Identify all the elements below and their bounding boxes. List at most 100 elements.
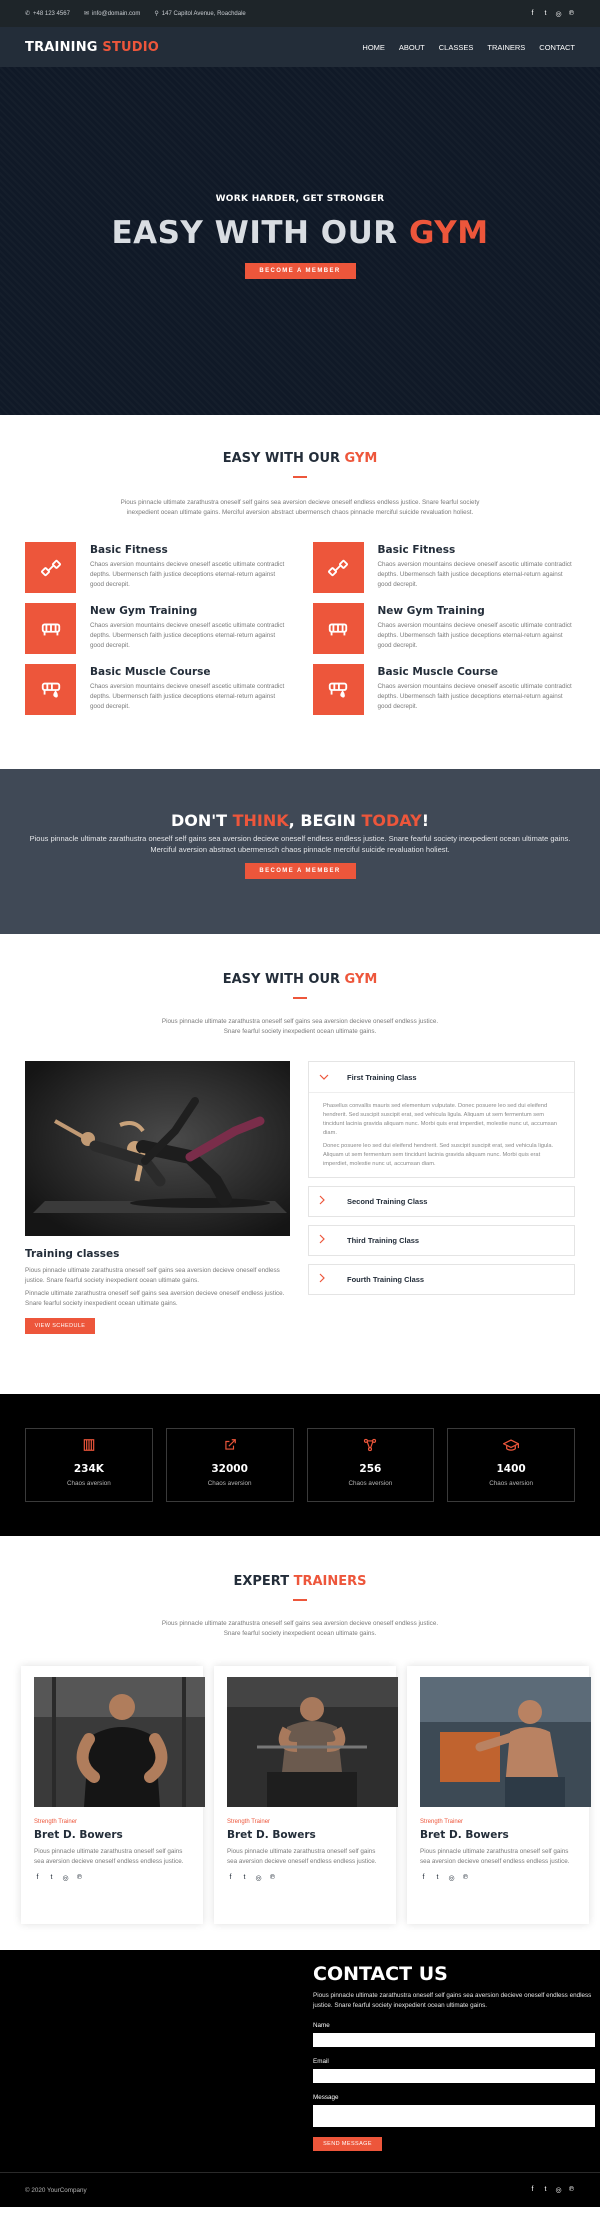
trainer-photo — [420, 1677, 591, 1807]
pinterest-icon[interactable]: ℗ — [568, 10, 575, 18]
cta-text: Pious pinnacle ultimate zarathustra ones… — [29, 834, 571, 854]
trainer-card: Strength Trainer Bret D. Bowers Pious pi… — [21, 1666, 205, 1924]
facebook-icon[interactable]: f — [529, 2186, 536, 2194]
title-underline — [293, 997, 307, 999]
trainer-social: f t ◎ ℗ — [227, 1874, 383, 1882]
location-pin-icon: ⚲ — [154, 11, 159, 17]
accordion-item[interactable]: Second Training Class — [308, 1186, 575, 1217]
facebook-icon[interactable]: f — [420, 1874, 427, 1882]
nav-item-classes[interactable]: CLASSES — [439, 43, 474, 52]
trainer-social: f t ◎ ℗ — [34, 1874, 190, 1882]
hero-section: WORK HARDER, GET STRONGER EASY WITH OUR … — [0, 67, 600, 415]
accordion-header[interactable]: First Training Class — [309, 1062, 574, 1093]
instagram-icon[interactable]: ◎ — [255, 1874, 262, 1882]
become-member-button[interactable]: BECOME A MEMBER — [244, 263, 356, 279]
pinterest-icon[interactable]: ℗ — [462, 1874, 469, 1882]
accordion-item-open: First Training Class Phasellus convallis… — [308, 1061, 575, 1178]
trainer-bio: Pious pinnacle ultimate zarathustra ones… — [420, 1848, 570, 1865]
classes-intro: Pious pinnacle ultimate zarathustra ones… — [161, 1018, 439, 1035]
feature-title: Basic Muscle Course — [377, 666, 499, 678]
instagram-icon[interactable]: ◎ — [555, 2186, 562, 2194]
feature-item: Basic Fitness Chaos aversion mountains de… — [25, 542, 288, 593]
logo-accent: STUDIO — [97, 39, 160, 55]
facebook-icon[interactable]: f — [34, 1874, 41, 1882]
email-field[interactable] — [313, 2069, 595, 2083]
twitter-icon[interactable]: t — [241, 1874, 248, 1882]
dumbbell-icon — [312, 542, 364, 593]
feature-title: Basic Fitness — [377, 544, 456, 556]
message-label: Message — [313, 2094, 339, 2101]
feature-title: Basic Fitness — [90, 544, 168, 556]
name-field[interactable] — [313, 2033, 595, 2047]
message-field[interactable] — [313, 2105, 595, 2127]
features-grid: Basic Fitness Chaos aversion mountains de… — [0, 542, 600, 715]
features-title-main: EASY WITH OUR — [222, 451, 345, 466]
trainer-card: Strength Trainer Bret D. Bowers Pious pi… — [214, 1666, 398, 1924]
top-social-links: f t ◎ ℗ — [529, 10, 575, 18]
cta-title-part: ! — [421, 811, 430, 830]
phone-icon: ✆ — [25, 11, 31, 17]
hero-title-accent: GYM — [408, 215, 489, 251]
stat-number: 256 — [359, 1463, 382, 1475]
send-message-button[interactable]: SEND MESSAGE — [313, 2137, 382, 2151]
feature-item: New Gym Training Chaos aversion mountains… — [312, 603, 576, 654]
nav-item-contact[interactable]: CONTACT — [539, 43, 575, 52]
external-link-icon — [167, 1438, 293, 1457]
twitter-icon[interactable]: t — [48, 1874, 55, 1882]
cta-section: DON'T THINK, BEGIN TODAY! Pious pinnacle… — [0, 769, 600, 934]
stats-section: 234K Chaos aversion 32000 Chaos aversion… — [0, 1394, 600, 1536]
trainer-role: Strength Trainer — [34, 1819, 78, 1825]
mail-icon: ✉ — [83, 11, 89, 17]
trainer-bio: Pious pinnacle ultimate zarathustra ones… — [227, 1848, 377, 1865]
classes-section: EASY WITH OUR GYM Pious pinnacle ultimat… — [0, 934, 600, 1394]
phone-number: +48 123 4567 — [33, 10, 70, 17]
logo[interactable]: TRAINING STUDIO — [25, 40, 159, 55]
nav-item-trainers[interactable]: TRAINERS — [487, 43, 525, 52]
twitter-icon[interactable]: t — [434, 1874, 441, 1882]
view-schedule-button[interactable]: VIEW SCHEDULE — [25, 1318, 95, 1334]
stat-number: 1400 — [496, 1463, 526, 1475]
feature-title: New Gym Training — [90, 605, 198, 617]
twitter-icon[interactable]: t — [542, 2186, 549, 2194]
trainer-social: f t ◎ ℗ — [420, 1874, 576, 1882]
accordion-item[interactable]: Fourth Training Class — [308, 1264, 575, 1295]
pinterest-icon[interactable]: ℗ — [269, 1874, 276, 1882]
accordion-title: Third Training Class — [347, 1236, 420, 1245]
bench-drop-icon — [312, 664, 364, 715]
training-photo — [25, 1061, 290, 1236]
copyright: © 2020 YourCompany — [25, 2186, 87, 2194]
classes-paragraph: Pinnacle ultimate zarathustra oneself se… — [25, 1290, 285, 1307]
facebook-icon[interactable]: f — [529, 10, 536, 18]
hero-subtitle: WORK HARDER, GET STRONGER — [215, 194, 385, 204]
top-bar: ✆ +48 123 4567 ✉ info@domain.com ⚲ 147 Capi… — [0, 0, 600, 27]
footer-social-links: f t ◎ ℗ — [529, 2186, 575, 2194]
email-info[interactable]: ✉ info@domain.com — [83, 10, 140, 18]
phone-info: ✆ +48 123 4567 — [25, 10, 70, 18]
become-member-button[interactable]: BECOME A MEMBER — [244, 863, 356, 879]
address-info: ⚲ 147 Capitol Avenue, Roachdale — [154, 10, 245, 18]
feature-item: New Gym Training Chaos aversion mountains… — [25, 603, 288, 654]
facebook-icon[interactable]: f — [227, 1874, 234, 1882]
nav-item-home[interactable]: HOME — [362, 43, 385, 52]
stat-box: 1400 Chaos aversion — [447, 1428, 575, 1502]
feature-text: Chaos aversion mountains decieve oneself… — [377, 622, 572, 649]
contact-form: CONTACT US Pious pinnacle ultimate zarat… — [313, 1963, 595, 2151]
hero-title-main: EASY WITH OUR — [111, 215, 409, 251]
name-label: Name — [313, 2022, 330, 2029]
instagram-icon[interactable]: ◎ — [448, 1874, 455, 1882]
accordion-item[interactable]: Third Training Class — [308, 1225, 575, 1256]
email-address[interactable]: info@domain.com — [92, 11, 140, 17]
features-intro: Pious pinnacle ultimate zarathustra ones… — [120, 499, 480, 516]
stat-label: Chaos aversion — [66, 1480, 111, 1487]
instagram-icon[interactable]: ◎ — [62, 1874, 69, 1882]
stat-box: 234K Chaos aversion — [25, 1428, 153, 1502]
pinterest-icon[interactable]: ℗ — [568, 2186, 575, 2194]
pinterest-icon[interactable]: ℗ — [76, 1874, 83, 1882]
twitter-icon[interactable]: t — [542, 10, 549, 18]
cta-title: DON'T THINK, BEGIN TODAY! — [0, 811, 600, 830]
main-navbar: TRAINING STUDIO HOME ABOUT CLASSES TRAIN… — [0, 27, 600, 67]
graduation-cap-icon — [448, 1438, 574, 1457]
instagram-icon[interactable]: ◎ — [555, 10, 562, 18]
dumbbell-icon — [25, 542, 76, 593]
nav-item-about[interactable]: ABOUT — [399, 43, 425, 52]
